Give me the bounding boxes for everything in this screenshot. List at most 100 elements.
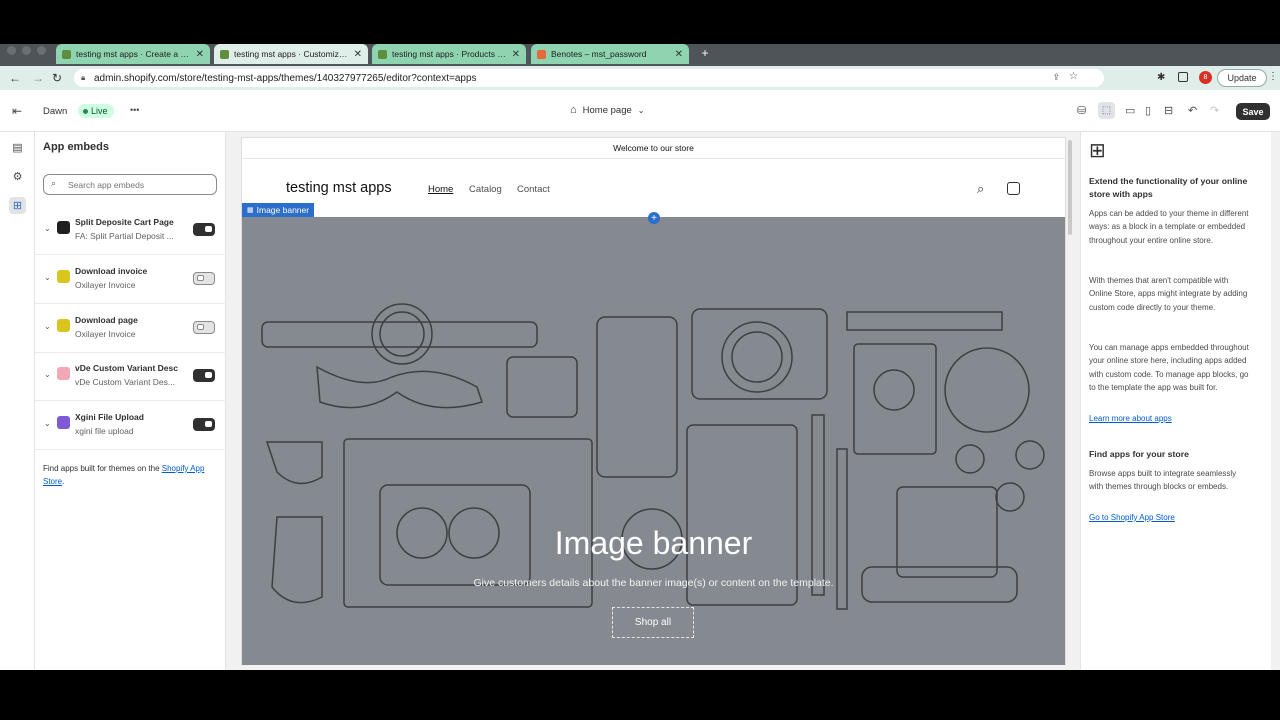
embed-item-xgini-file-upload[interactable]: ⌄ Xgini File Upload xgini file upload [35,402,226,450]
embed-toggle[interactable] [193,272,215,285]
tab-favicon-icon [537,49,546,59]
tab-favicon-icon [62,49,71,59]
window-minimize-button[interactable] [22,46,31,55]
redo-icon[interactable]: ↷ [1210,104,1219,117]
app-icon [57,367,70,380]
embed-item-download-invoice[interactable]: ⌄ Download invoice Oxilayer Invoice [35,256,226,304]
chevron-down-icon[interactable]: ⌄ [44,322,51,331]
save-button[interactable]: Save [1236,103,1270,120]
browser-tab[interactable]: testing mst apps · Create a Pa ✕ [56,44,210,64]
tab-close-icon[interactable]: ✕ [196,49,204,60]
more-actions-button[interactable]: ••• [130,105,139,115]
image-banner[interactable] [242,217,1065,665]
theme-name: Dawn [43,106,68,117]
back-icon[interactable]: ← [9,71,21,85]
store-name[interactable]: testing mst apps [286,180,392,196]
chevron-down-icon: ⌄ [637,105,645,115]
embed-name: Split Deposite Cart Page [75,217,174,227]
embed-toggle[interactable] [193,321,215,334]
banner-heading: Image banner [554,525,753,561]
theme-settings-icon[interactable]: ⚙ [9,168,26,185]
embed-toggle[interactable] [193,418,215,431]
profile-avatar[interactable]: 8 [1199,71,1212,84]
embed-name: Download invoice [75,266,148,276]
screen-bottom-border [0,670,1280,720]
undo-icon[interactable]: ↶ [1188,104,1197,117]
browser-menu-icon[interactable]: ⋮ [1268,71,1278,82]
chevron-down-icon[interactable]: ⌄ [44,370,51,379]
bookmark-star-icon[interactable]: ☆ [1069,71,1078,82]
embed-toggle[interactable] [193,369,215,382]
window-maximize-button[interactable] [37,46,46,55]
find-apps-note: Find apps built for themes on the Shopif… [43,462,219,488]
embed-item-download-page[interactable]: ⌄ Download page Oxilayer Invoice [35,305,226,353]
info-heading-2: Find apps for your store [1089,449,1189,459]
tab-favicon-icon [378,49,387,59]
embed-subtitle: Oxilayer Invoice [75,280,136,290]
sections-icon[interactable]: ▤ [9,139,26,156]
watch-strap-outline [261,321,538,348]
live-badge: Live [78,104,114,118]
browser-tab[interactable]: Benotes – mst_password ✕ [531,44,689,64]
tab-close-icon[interactable]: ✕ [512,49,520,60]
nav-contact[interactable]: Contact [517,184,550,195]
search-app-embeds-input[interactable] [43,174,217,195]
embed-subtitle: Oxilayer Invoice [75,329,136,339]
banner-tag-label: Image banner [256,205,310,215]
apps-store-icon[interactable]: ⛁ [1077,104,1086,117]
embed-name: Download page [75,315,138,325]
browser-tab[interactable]: testing mst apps · Products · A ✕ [372,44,526,64]
embed-item-vde-custom-variant[interactable]: ⌄ vDe Custom Variant Desc vDe Custom Var… [35,353,226,401]
page-selector-label: Home page [582,104,632,116]
preview-scrollbar[interactable] [1068,140,1072,235]
browser-tab[interactable]: testing mst apps · Customize D ✕ [214,44,368,64]
info-heading: Extend the functionality of your online … [1089,176,1248,199]
address-bar[interactable]: 🔒︎ admin.shopify.com/store/testing-mst-a… [74,69,1104,87]
desktop-view-icon[interactable]: ▭ [1125,104,1135,117]
fullscreen-view-icon[interactable]: ⊟ [1164,104,1173,117]
app-icon [57,270,70,283]
announcement-bar: Welcome to our store [241,137,1066,159]
nav-home[interactable]: Home [428,184,453,195]
nav-catalog[interactable]: Catalog [469,184,502,195]
tab-title: testing mst apps · Products · A [392,49,507,59]
search-icon[interactable]: ⌕ [977,181,984,197]
embed-toggle[interactable] [193,223,215,236]
share-icon[interactable]: ⇪ [1052,72,1060,83]
app-embeds-icon[interactable]: ⊞ [9,197,26,214]
go-to-app-store-link[interactable]: Go to Shopify App Store [1089,513,1175,522]
add-section-button[interactable]: + [648,212,660,224]
shop-all-button[interactable]: Shop all [612,607,694,638]
window-close-button[interactable] [7,46,16,55]
chevron-down-icon[interactable]: ⌄ [44,224,51,233]
tab-close-icon[interactable]: ✕ [354,49,362,60]
page-selector[interactable]: ⌂ Home page ⌄ [570,104,644,116]
reload-icon[interactable]: ↻ [52,71,62,85]
learn-more-link[interactable]: Learn more about apps [1089,414,1172,423]
forward-icon[interactable]: → [32,71,44,85]
tab-title: Benotes – mst_password [551,49,647,59]
embed-item-split-deposite[interactable]: ⌄ Split Deposite Cart Page FA: Split Par… [35,207,226,255]
extensions-icon[interactable]: ✱ [1157,72,1165,83]
info-paragraph-1: Apps can be added to your theme in diffe… [1089,209,1249,245]
apps-grid-icon: ⊞ [1089,140,1106,162]
tab-close-icon[interactable]: ✕ [675,49,683,60]
image-banner-tag[interactable]: ▦ Image banner [242,203,315,217]
tab-favicon-icon [220,49,229,59]
sidepanel-icon[interactable] [1178,72,1188,82]
mobile-view-icon[interactable]: ▯ [1145,104,1151,117]
find-apps-text: Find apps built for themes on the [43,464,162,473]
chevron-down-icon[interactable]: ⌄ [44,419,51,428]
chevron-down-icon[interactable]: ⌄ [44,273,51,282]
cart-icon[interactable] [1007,182,1020,195]
inspector-icon[interactable]: ⬚ [1098,102,1115,119]
exit-icon[interactable]: ⇤ [12,104,22,118]
banner-illustration [261,303,1045,610]
update-button[interactable]: Update [1217,69,1267,87]
home-icon: ⌂ [570,104,577,116]
panel-scrollbar[interactable] [1271,132,1280,670]
passport-outline [853,343,937,455]
new-tab-button[interactable]: + [698,46,712,60]
embed-name: Xgini File Upload [75,412,144,422]
pen-outline [811,414,825,596]
